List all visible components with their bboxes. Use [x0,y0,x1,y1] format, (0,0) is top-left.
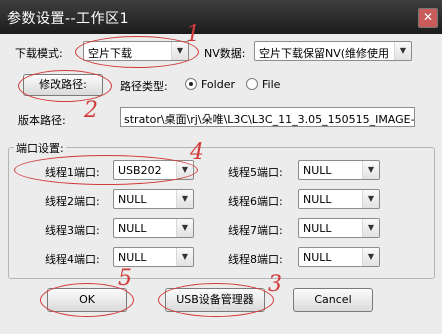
thread-4-port-label: 线程4端口: [45,253,100,266]
thread-8-port-label: 线程8端口: [228,253,283,266]
thread-8-port-select[interactable]: NULL ▼ [298,247,380,267]
download-mode-value: 空片下载 [88,47,132,60]
nv-data-value: 空片下载保留NV(维修使用 [259,47,390,60]
chevron-down-icon: ▼ [394,42,411,60]
close-button[interactable]: ✕ [418,8,438,28]
thread-3-port-label: 线程3端口: [45,224,100,237]
thread-6-port-select[interactable]: NULL ▼ [298,189,380,209]
annotation-number-2: 2 [84,98,98,123]
thread-1-port-label: 线程1端口: [45,166,100,179]
thread-7-port-value: NULL [303,222,332,235]
ok-button[interactable]: OK [47,288,127,312]
chevron-down-icon: ▼ [176,190,193,208]
thread-7-port-select[interactable]: NULL ▼ [298,218,380,238]
settings-dialog: 参数设置--工作区1 ✕ 下载模式: 空片下载 ▼ NV数据: 空片下载保留NV… [0,0,442,334]
version-path-value: strator\桌面\rj\朵唯\L3C\L3C_11_3.05_150515_… [124,113,415,126]
chevron-down-icon: ▼ [362,190,379,208]
thread-2-port-select[interactable]: NULL ▼ [113,189,194,209]
thread-6-port-value: NULL [303,193,332,206]
thread-1-port-select[interactable]: USB202 ▼ [113,160,194,180]
thread-7-port-label: 线程7端口: [228,224,283,237]
thread-3-port-select[interactable]: NULL ▼ [113,218,194,238]
title-bar[interactable]: 参数设置--工作区1 ✕ [0,0,442,34]
folder-radio[interactable] [185,78,197,90]
thread-6-port-label: 线程6端口: [228,195,283,208]
nv-data-select[interactable]: 空片下载保留NV(维修使用 ▼ [254,41,412,61]
version-path-field[interactable]: strator\桌面\rj\朵唯\L3C\L3C_11_3.05_150515_… [120,107,415,127]
thread-1-port-value: USB202 [118,164,162,177]
download-mode-label: 下载模式: [15,47,63,60]
window-title: 参数设置--工作区1 [7,11,130,27]
nv-data-label: NV数据: [204,47,246,60]
download-mode-select[interactable]: 空片下载 ▼ [83,41,189,61]
folder-radio-label: Folder [201,78,235,91]
file-radio[interactable] [246,78,258,90]
thread-2-port-label: 线程2端口: [45,195,100,208]
chevron-down-icon: ▼ [176,219,193,237]
chevron-down-icon: ▼ [362,219,379,237]
thread-4-port-select[interactable]: NULL ▼ [113,247,194,267]
path-type-label: 路径类型: [120,80,168,93]
thread-5-port-label: 线程5端口: [228,166,283,179]
version-path-label: 版本路径: [18,114,66,127]
thread-8-port-value: NULL [303,251,332,264]
chevron-down-icon: ▼ [176,248,193,266]
thread-4-port-value: NULL [118,251,147,264]
chevron-down-icon: ▼ [362,161,379,179]
annotation-number-1: 1 [186,22,200,47]
thread-5-port-value: NULL [303,164,332,177]
thread-5-port-select[interactable]: NULL ▼ [298,160,380,180]
file-radio-label: File [262,78,281,91]
modify-path-button[interactable]: 修改路径: [23,74,103,96]
usb-manager-button[interactable]: USB设备管理器 [165,288,265,312]
annotation-number-4: 4 [190,140,204,165]
annotation-number-3: 3 [268,272,282,297]
port-settings-title: 端口设置: [14,140,66,156]
thread-3-port-value: NULL [118,222,147,235]
thread-2-port-value: NULL [118,193,147,206]
chevron-down-icon: ▼ [362,248,379,266]
annotation-number-5: 5 [118,266,132,291]
cancel-button[interactable]: Cancel [293,288,373,312]
